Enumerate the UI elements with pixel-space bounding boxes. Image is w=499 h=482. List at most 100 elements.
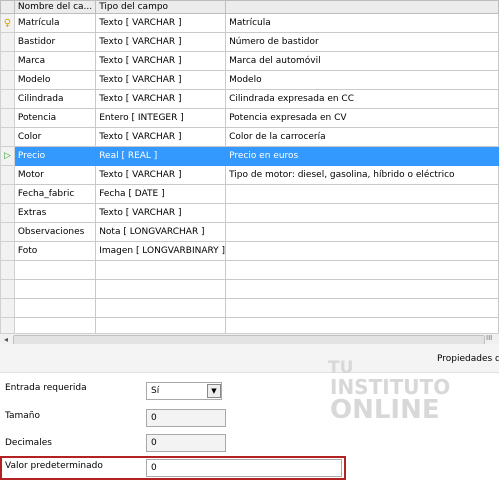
row-selector[interactable] [0, 165, 15, 185]
field-name-cell[interactable]: Modelo [13, 70, 97, 90]
decimals-value: 0 [151, 438, 157, 448]
row-selector[interactable] [0, 241, 15, 261]
field-name-cell[interactable]: Matrícula [13, 13, 97, 33]
empty-cell[interactable] [13, 279, 97, 299]
table-row[interactable]: Extras Texto [ VARCHAR ] [0, 203, 499, 223]
description-cell[interactable]: Modelo [225, 70, 499, 90]
row-selector[interactable]: ♀ [0, 13, 15, 33]
row-selector[interactable] [0, 222, 15, 242]
row-selector[interactable] [0, 203, 15, 223]
field-name-cell[interactable]: Cilindrada [13, 89, 97, 109]
field-type-cell[interactable]: Entero [ INTEGER ] [95, 108, 227, 128]
field-type-cell[interactable]: Real [ REAL ] [95, 146, 227, 166]
empty-cell[interactable] [95, 279, 227, 299]
field-name-cell[interactable]: Bastidor [13, 32, 97, 52]
table-row[interactable]: Color Texto [ VARCHAR ] Color de la carroc… [0, 127, 499, 147]
description-cell[interactable] [225, 203, 499, 223]
field-type-cell[interactable]: Texto [ VARCHAR ] [95, 127, 227, 147]
description-cell[interactable]: Cilindrada expresada en CC [225, 89, 499, 109]
decimals-label: Decimales [5, 438, 52, 448]
description-cell[interactable] [225, 184, 499, 204]
description-cell[interactable]: Potencia expresada en CV [225, 108, 499, 128]
field-name-cell[interactable]: Foto [13, 241, 97, 261]
default-value-highlight [0, 456, 346, 480]
empty-cell[interactable] [95, 260, 227, 280]
size-field[interactable]: 0 [146, 409, 226, 427]
field-name-cell[interactable]: Extras [13, 203, 97, 223]
field-name-cell[interactable]: Potencia [13, 108, 97, 128]
empty-cell[interactable] [13, 260, 97, 280]
current-row-arrow-icon: ▷ [3, 151, 11, 161]
row-selector[interactable] [0, 70, 15, 90]
field-type-cell[interactable]: Texto [ VARCHAR ] [95, 203, 227, 223]
required-entry-label: Entrada requerida [5, 383, 87, 393]
row-selector[interactable] [0, 260, 15, 280]
row-selector[interactable] [0, 127, 15, 147]
description-cell[interactable]: Matrícula [225, 13, 499, 33]
field-type-cell[interactable]: Texto [ VARCHAR ] [95, 89, 227, 109]
row-selector[interactable] [0, 51, 15, 71]
table-row[interactable]: Marca Texto [ VARCHAR ] Marca del automóvi… [0, 51, 499, 71]
empty-table-row[interactable] [0, 298, 499, 318]
field-type-cell[interactable]: Texto [ VARCHAR ] [95, 165, 227, 185]
empty-cell[interactable] [95, 298, 227, 318]
field-name-cell[interactable]: Precio [13, 146, 97, 166]
table-row[interactable]: Bastidor Texto [ VARCHAR ] Número de basti… [0, 32, 499, 52]
field-name-cell[interactable]: Marca [13, 51, 97, 71]
column-header-field-name[interactable]: Nombre del ca... [13, 0, 97, 14]
size-value: 0 [151, 413, 157, 423]
field-name-cell[interactable]: Observaciones [13, 222, 97, 242]
column-header-field-type[interactable]: Tipo del campo [95, 0, 227, 14]
field-name-cell[interactable]: Color [13, 127, 97, 147]
field-type-cell[interactable]: Texto [ VARCHAR ] [95, 70, 227, 90]
row-selector[interactable]: ▷ [0, 146, 15, 166]
table-row[interactable]: Modelo Texto [ VARCHAR ] Modelo [0, 70, 499, 90]
description-cell[interactable] [225, 241, 499, 261]
field-design-grid: Nombre del ca... Tipo del campo ♀ Matrícu… [0, 0, 499, 343]
scrollbar-grip-icon: III [486, 334, 493, 342]
empty-cell[interactable] [225, 298, 499, 318]
table-row[interactable]: Potencia Entero [ INTEGER ] Potencia expre… [0, 108, 499, 128]
empty-cell[interactable] [225, 279, 499, 299]
row-selector[interactable] [0, 108, 15, 128]
row-selector[interactable] [0, 298, 15, 318]
field-name-cell[interactable]: Motor [13, 165, 97, 185]
empty-table-row[interactable] [0, 279, 499, 299]
empty-table-row[interactable] [0, 260, 499, 280]
field-type-cell[interactable]: Fecha [ DATE ] [95, 184, 227, 204]
field-type-cell[interactable]: Texto [ VARCHAR ] [95, 32, 227, 52]
fields-table: Nombre del ca... Tipo del campo ♀ Matrícu… [0, 0, 499, 343]
description-cell[interactable] [225, 222, 499, 242]
primary-key-icon: ♀ [3, 17, 12, 29]
table-header-row: Nombre del ca... Tipo del campo [0, 0, 499, 14]
description-cell[interactable]: Color de la carrocería [225, 127, 499, 147]
table-row[interactable]: Observaciones Nota [ LONGVARCHAR ] [0, 222, 499, 242]
row-selector[interactable] [0, 184, 15, 204]
dropdown-arrow-icon[interactable]: ▼ [207, 384, 221, 398]
table-row[interactable]: Fecha_fabric Fecha [ DATE ] [0, 184, 499, 204]
column-header-description[interactable] [225, 0, 499, 14]
row-selector[interactable] [0, 279, 15, 299]
empty-cell[interactable] [13, 298, 97, 318]
description-cell[interactable]: Marca del automóvil [225, 51, 499, 71]
required-entry-value: Sí [151, 386, 160, 396]
size-label: Tamaño [5, 411, 41, 421]
table-row[interactable]: ♀ Matrícula Texto [ VARCHAR ] Matrícula [0, 13, 499, 33]
decimals-field[interactable]: 0 [146, 434, 226, 452]
description-cell[interactable]: Número de bastidor [225, 32, 499, 52]
watermark-line-2: INSTITUTO [330, 375, 451, 399]
table-row[interactable]: Motor Texto [ VARCHAR ] Tipo de motor: die… [0, 165, 499, 185]
field-name-cell[interactable]: Fecha_fabric [13, 184, 97, 204]
table-row[interactable]: Foto Imagen [ LONGVARBINARY ] [0, 241, 499, 261]
field-type-cell[interactable]: Texto [ VARCHAR ] [95, 13, 227, 33]
description-cell[interactable]: Precio en euros [225, 146, 499, 166]
row-selector[interactable] [0, 32, 15, 52]
description-cell[interactable]: Tipo de motor: diesel, gasolina, híbrido… [225, 165, 499, 185]
field-type-cell[interactable]: Imagen [ LONGVARBINARY ] [95, 241, 227, 261]
field-type-cell[interactable]: Nota [ LONGVARCHAR ] [95, 222, 227, 242]
row-selector[interactable] [0, 89, 15, 109]
empty-cell[interactable] [225, 260, 499, 280]
table-row[interactable]: ▷ Precio Real [ REAL ] Precio en euros [0, 146, 499, 166]
field-type-cell[interactable]: Texto [ VARCHAR ] [95, 51, 227, 71]
table-row[interactable]: Cilindrada Texto [ VARCHAR ] Cilindrada ex… [0, 89, 499, 109]
